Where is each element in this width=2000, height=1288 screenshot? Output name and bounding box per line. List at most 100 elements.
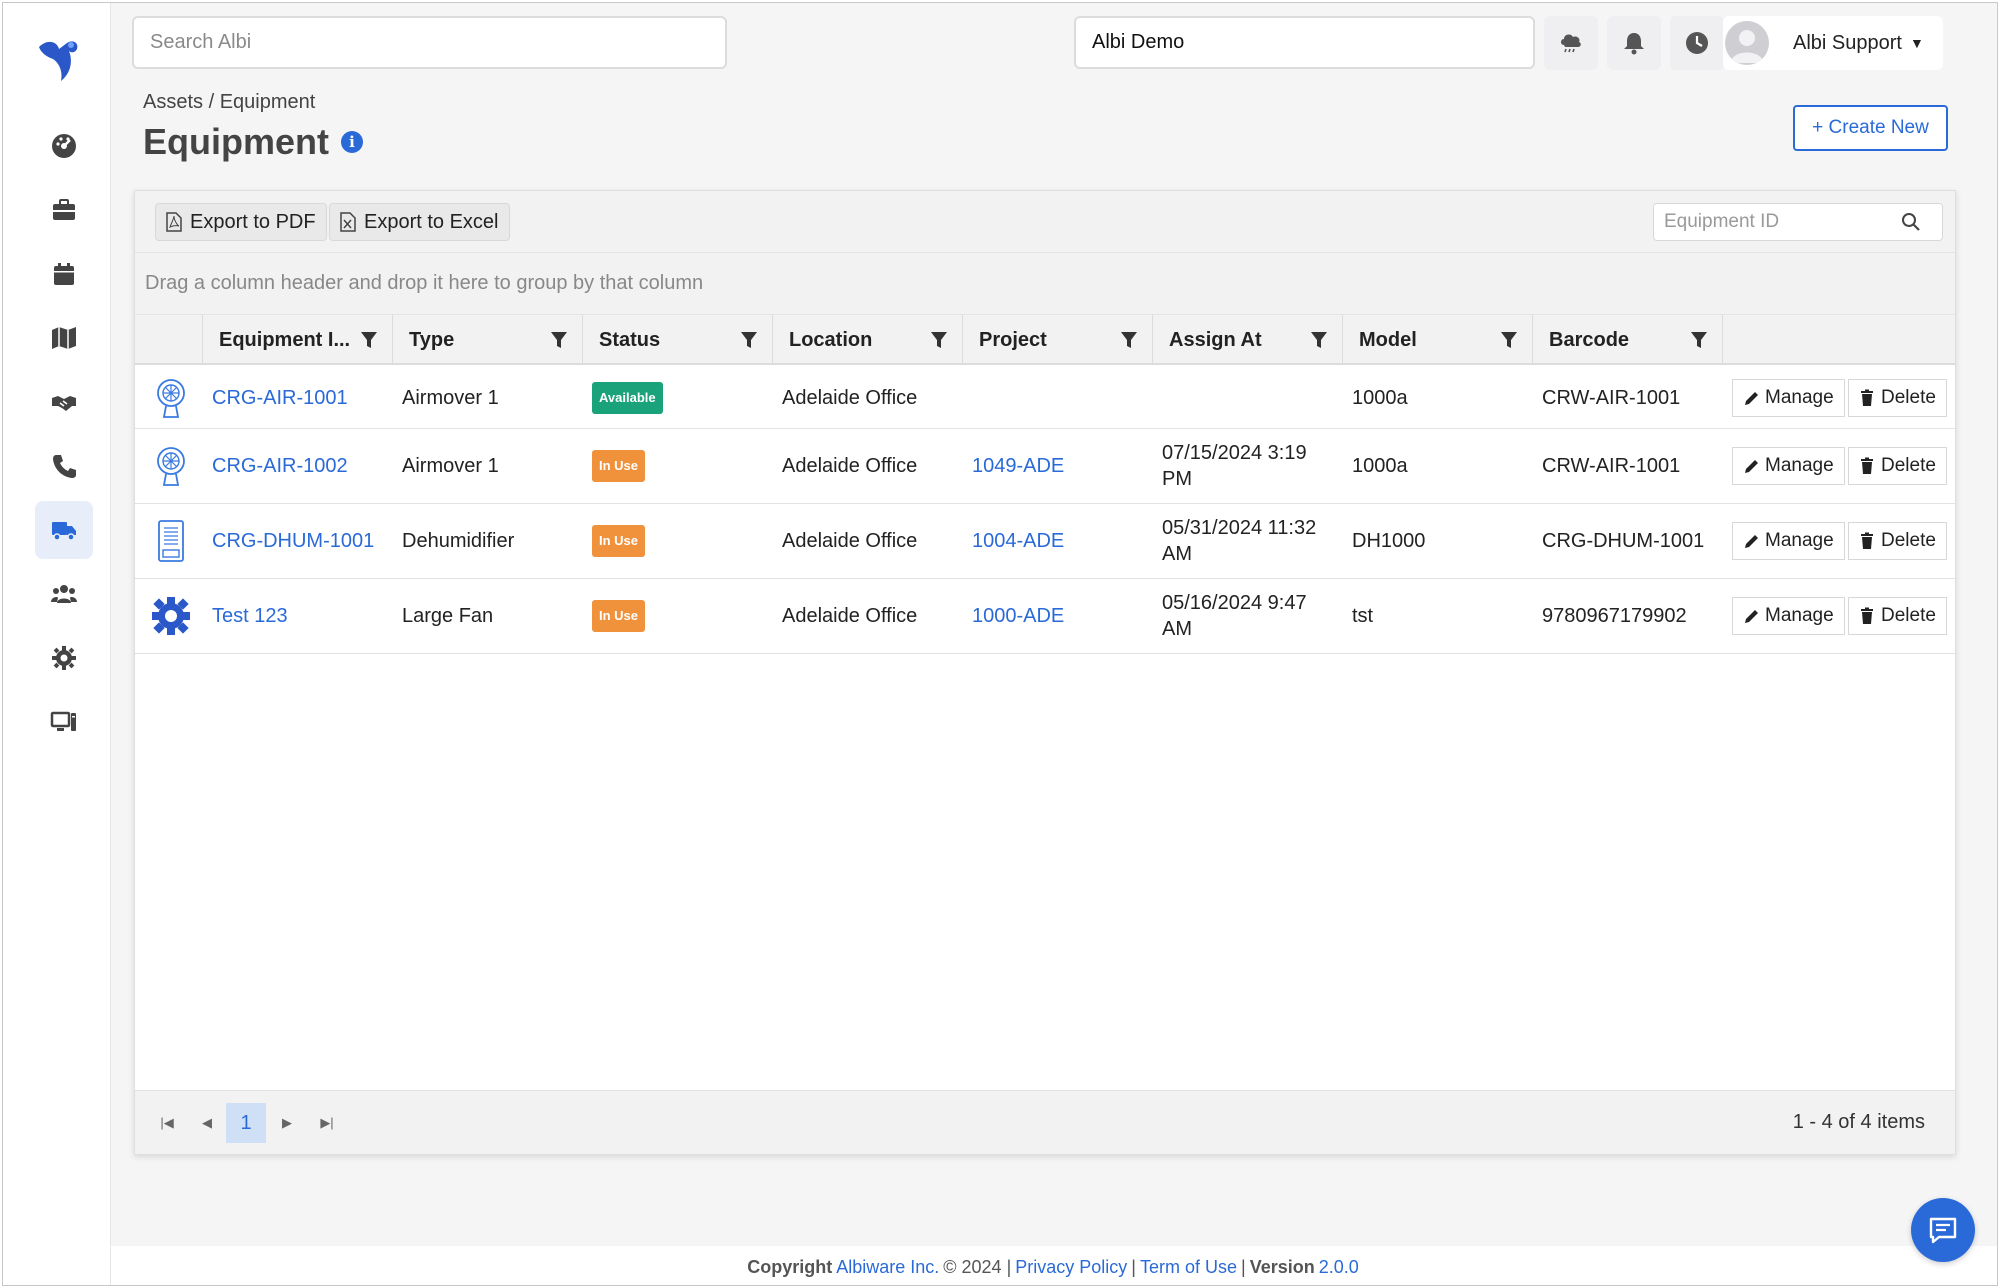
delete-button[interactable]: Delete bbox=[1848, 447, 1947, 485]
cloud-rain-icon bbox=[1561, 34, 1581, 53]
info-icon[interactable]: i bbox=[341, 131, 363, 153]
filter-icon[interactable] bbox=[1500, 330, 1518, 350]
history-button[interactable] bbox=[1670, 16, 1724, 70]
nav-equipment[interactable] bbox=[35, 501, 93, 559]
cell-type: Dehumidifier bbox=[402, 530, 515, 552]
col-assign-at[interactable]: Assign At bbox=[1152, 315, 1342, 365]
cell-project bbox=[962, 367, 972, 428]
col-model[interactable]: Model bbox=[1342, 315, 1532, 365]
group-drop-zone[interactable]: Drag a column header and drop it here to… bbox=[135, 253, 1955, 315]
cell-assign-at bbox=[1152, 367, 1162, 428]
col-actions bbox=[1722, 315, 1957, 365]
trash-icon bbox=[1861, 457, 1873, 474]
cell-location: Adelaide Office bbox=[782, 605, 918, 627]
col-type-label: Type bbox=[409, 328, 455, 351]
cell-type: Airmover 1 bbox=[402, 386, 499, 409]
filter-icon[interactable] bbox=[740, 330, 758, 350]
equipment-id-input[interactable] bbox=[1654, 211, 1894, 233]
cell-type: Airmover 1 bbox=[402, 455, 499, 477]
privacy-link[interactable]: Privacy Policy bbox=[1015, 1257, 1127, 1278]
copyright-label: Copyright bbox=[747, 1257, 833, 1277]
manage-button[interactable]: Manage bbox=[1732, 378, 1845, 417]
filter-icon[interactable] bbox=[1690, 330, 1708, 350]
filter-icon[interactable] bbox=[930, 330, 948, 350]
nav-phone[interactable] bbox=[35, 437, 93, 495]
dashboard-gauge-icon bbox=[52, 134, 76, 158]
create-new-button[interactable]: + Create New bbox=[1793, 105, 1948, 151]
global-search-input[interactable] bbox=[132, 16, 727, 69]
col-location[interactable]: Location bbox=[772, 315, 962, 365]
cell-model: 1000a bbox=[1352, 455, 1408, 477]
airmover-icon bbox=[157, 378, 185, 418]
group-hint: Drag a column header and drop it here to… bbox=[145, 272, 704, 294]
albi-logo[interactable] bbox=[33, 33, 81, 85]
manage-button[interactable]: Manage bbox=[1732, 447, 1845, 485]
equipment-link[interactable]: CRG-AIR-1001 bbox=[212, 385, 348, 411]
delete-label: Delete bbox=[1881, 605, 1936, 626]
manage-button[interactable]: Manage bbox=[1732, 597, 1845, 635]
briefcase-icon bbox=[53, 199, 75, 220]
nav-dashboard[interactable] bbox=[35, 117, 93, 175]
nav-calendar[interactable] bbox=[35, 245, 93, 303]
col-type[interactable]: Type bbox=[392, 315, 582, 365]
company-link[interactable]: Albiware Inc. bbox=[836, 1257, 939, 1278]
chat-button[interactable] bbox=[1911, 1198, 1975, 1262]
cell-status: In Use bbox=[582, 429, 646, 503]
equipment-link[interactable]: CRG-DHUM-1001 bbox=[212, 528, 374, 554]
nav-map[interactable] bbox=[35, 309, 93, 367]
filter-icon[interactable] bbox=[550, 330, 568, 350]
page-1-button[interactable]: 1 bbox=[226, 1103, 266, 1143]
project-link[interactable]: 1049-ADE bbox=[972, 453, 1064, 479]
cell-assign-at: 05/16/2024 9:47 AM bbox=[1152, 579, 1307, 653]
col-project[interactable]: Project bbox=[962, 315, 1152, 365]
col-barcode[interactable]: Barcode bbox=[1532, 315, 1722, 365]
terms-link[interactable]: Term of Use bbox=[1140, 1257, 1237, 1278]
equipment-id-search[interactable] bbox=[1653, 203, 1943, 241]
first-page-icon[interactable]: |◀ bbox=[153, 1109, 181, 1137]
search-icon[interactable] bbox=[1900, 211, 1922, 233]
gear-icon bbox=[152, 597, 190, 635]
page-title-text: Equipment bbox=[143, 121, 329, 162]
col-assign-at-label: Assign At bbox=[1169, 328, 1262, 351]
filter-icon[interactable] bbox=[360, 330, 378, 350]
nav-jobs[interactable] bbox=[35, 181, 93, 239]
breadcrumb: Assets / Equipment bbox=[143, 91, 316, 113]
export-pdf-button[interactable]: Export to PDF bbox=[155, 203, 327, 241]
delete-button[interactable]: Delete bbox=[1848, 597, 1947, 635]
calendar-icon bbox=[54, 263, 74, 285]
pencil-icon bbox=[1745, 610, 1758, 623]
notifications-button[interactable] bbox=[1607, 16, 1661, 70]
col-model-label: Model bbox=[1359, 328, 1417, 351]
prev-page-icon[interactable]: ◀ bbox=[193, 1109, 221, 1137]
equipment-link[interactable]: CRG-AIR-1002 bbox=[212, 453, 348, 479]
export-excel-button[interactable]: Export to Excel bbox=[329, 203, 510, 241]
status-badge: In Use bbox=[592, 450, 646, 482]
delete-button[interactable]: Delete bbox=[1848, 378, 1947, 417]
user-menu[interactable]: Albi Support ▼ bbox=[1723, 16, 1943, 70]
project-link[interactable]: 1004-ADE bbox=[972, 528, 1064, 554]
manage-button[interactable]: Manage bbox=[1732, 522, 1845, 560]
nav-team[interactable] bbox=[35, 565, 93, 623]
user-silhouette-icon bbox=[1731, 30, 1763, 63]
filter-icon[interactable] bbox=[1120, 330, 1138, 350]
table-row: Test 123 Large Fan In Use Adelaide Offic… bbox=[135, 579, 1955, 654]
project-link[interactable]: 1000-ADE bbox=[972, 603, 1064, 629]
cell-project: 1049-ADE bbox=[962, 429, 1064, 503]
status-badge: Available bbox=[592, 381, 663, 414]
last-page-icon[interactable]: ▶| bbox=[313, 1109, 341, 1137]
filter-icon[interactable] bbox=[1310, 330, 1328, 350]
weather-button[interactable] bbox=[1544, 16, 1598, 70]
table-row: CRG-AIR-1001 Airmover 1 Available Adelai… bbox=[135, 367, 1955, 429]
tenant-selector[interactable]: Albi Demo bbox=[1074, 16, 1535, 69]
equipment-link[interactable]: Test 123 bbox=[212, 603, 288, 629]
trash-icon bbox=[1861, 389, 1873, 406]
app-window: Albi Demo Albi Support ▼ Assets / Equipm… bbox=[2, 2, 1998, 1286]
col-equipment-id[interactable]: Equipment I... bbox=[202, 315, 392, 365]
nav-devices[interactable] bbox=[35, 693, 93, 751]
delete-button[interactable]: Delete bbox=[1848, 522, 1947, 560]
cell-location: Adelaide Office bbox=[782, 455, 918, 477]
col-status[interactable]: Status bbox=[582, 315, 772, 365]
nav-partners[interactable] bbox=[35, 373, 93, 431]
nav-settings[interactable] bbox=[35, 629, 93, 687]
next-page-icon[interactable]: ▶ bbox=[273, 1109, 301, 1137]
